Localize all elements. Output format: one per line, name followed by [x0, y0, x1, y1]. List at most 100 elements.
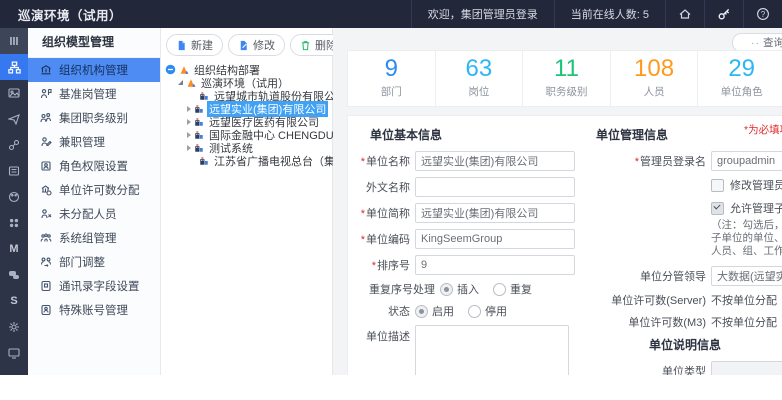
topbar: 巡演环境（试用） 欢迎，集团管理员登录 当前在线人数: 5 ?: [0, 0, 782, 28]
gear-icon[interactable]: [0, 314, 28, 340]
image-icon[interactable]: [0, 80, 28, 106]
status-enabled-radio[interactable]: [415, 305, 428, 318]
collapsed-caret-icon[interactable]: [187, 145, 191, 151]
building-icon: [194, 117, 204, 127]
basic-info-title: 单位基本信息: [370, 126, 594, 143]
expanded-caret-icon[interactable]: [178, 80, 183, 85]
stat-people: 108 人员: [611, 51, 699, 106]
menu-icon[interactable]: [0, 28, 28, 54]
role-frame-icon: [40, 160, 52, 172]
license-m3-value: 不按单位分配: [711, 314, 777, 330]
unit-short-input[interactable]: [415, 203, 575, 223]
sidebar-item-base-post[interactable]: 基准岗管理: [28, 82, 160, 106]
stat-departments: 9 部门: [348, 51, 436, 106]
modify-admin-checkbox[interactable]: [711, 179, 724, 192]
tree-node-5[interactable]: 江苏省广播电视总台（集团）: [161, 154, 332, 167]
m-icon[interactable]: M: [0, 236, 28, 262]
new-button[interactable]: 新建: [166, 34, 223, 56]
modify-button[interactable]: 修改: [228, 34, 285, 56]
basic-info-column: 单位基本信息 单位名称 外文名称 单位简称 单位编码: [348, 122, 594, 377]
sidebar-item-unassigned[interactable]: 未分配人员: [28, 202, 160, 226]
sidebar-title: 组织模型管理: [28, 28, 160, 58]
sidebar-item-parttime[interactable]: 兼职管理: [28, 130, 160, 154]
leader-label: 单位分管领导: [594, 268, 706, 284]
dup-repeat-radio[interactable]: [493, 283, 506, 296]
building-icon: [199, 91, 209, 101]
bank-coin-icon: [40, 184, 52, 196]
info-title: 单位说明信息: [649, 336, 782, 353]
key-icon[interactable]: [704, 0, 743, 28]
unit-form-card: *为必填项 单位基本信息 单位名称 外文名称 单位简称: [347, 115, 782, 377]
sidebar: 组织模型管理 组织机构管理 基准岗管理 集团职务级别 兼职管理 角色权限设置 单…: [28, 28, 161, 375]
stat-unit-roles: 29 单位角色: [698, 51, 782, 106]
contacts-icon: [40, 280, 52, 292]
app-title: 巡演环境（试用）: [0, 5, 122, 24]
status-disabled-radio[interactable]: [468, 305, 481, 318]
sitemap-icon[interactable]: [0, 54, 28, 80]
icon-rail: M S: [0, 28, 28, 375]
chat-icon[interactable]: [0, 262, 28, 288]
stat-positions: 63 岗位: [436, 51, 524, 106]
unit-desc-textarea[interactable]: [415, 325, 569, 377]
group-icon: [40, 232, 52, 244]
send-icon[interactable]: [0, 106, 28, 132]
required-note: *为必填项: [744, 122, 782, 137]
org-tree-panel: 新建 修改 删除 组织结构部署 巡演环境（试用）: [161, 28, 333, 375]
building-icon: [194, 143, 204, 153]
main-panel: 查询条件 9 部门 63 岗位 11 职务级别 108 人员 29 单位角色: [333, 28, 782, 375]
library-icon[interactable]: [0, 158, 28, 184]
unit-name-input[interactable]: [415, 151, 575, 171]
collapsed-caret-icon[interactable]: [187, 106, 191, 112]
org-logo-icon: [179, 65, 189, 75]
license-server-label: 单位许可数(Server): [594, 292, 706, 308]
dup-insert-radio[interactable]: [440, 283, 453, 296]
trash-icon: [300, 40, 311, 51]
org-tree: 组织结构部署 巡演环境（试用） 远望城市轨道股份有限公司 远望实业(集团)有限公…: [161, 63, 332, 167]
building-icon: [199, 156, 209, 166]
s-icon[interactable]: S: [0, 288, 28, 314]
bank-icon: [40, 64, 52, 76]
link-icon[interactable]: [0, 132, 28, 158]
order-label: 排序号: [348, 257, 410, 273]
building-icon: [194, 130, 204, 140]
dup-handle-label: 重复序号处理: [353, 281, 435, 297]
allow-sub-checkbox[interactable]: [711, 202, 724, 215]
order-input[interactable]: [415, 255, 575, 275]
sidebar-item-special-account[interactable]: 特殊账号管理: [28, 298, 160, 322]
home-icon[interactable]: [665, 0, 704, 28]
sidebar-item-role-permission[interactable]: 角色权限设置: [28, 154, 160, 178]
person-x-icon: [40, 208, 52, 220]
collapsed-caret-icon[interactable]: [187, 119, 191, 125]
sidebar-item-dept-adjust[interactable]: 部门调整: [28, 250, 160, 274]
monitor-icon[interactable]: [0, 340, 28, 366]
help-icon[interactable]: ?: [743, 0, 782, 28]
stat-job-levels: 11 职务级别: [523, 51, 611, 106]
allow-sub-checkbox-row[interactable]: 允许管理子单位的组织及模型: [711, 200, 782, 216]
collapse-minus-icon: [165, 64, 176, 75]
sidebar-item-unit-license[interactable]: 单位许可数分配: [28, 178, 160, 202]
sidebar-item-system-group[interactable]: 系统组管理: [28, 226, 160, 250]
puzzle-icon[interactable]: [0, 210, 28, 236]
unit-code-input[interactable]: [415, 229, 575, 249]
edit-doc-icon: [238, 40, 249, 51]
org-logo-icon: [186, 78, 196, 88]
unit-short-label: 单位简称: [348, 205, 410, 221]
sidebar-item-org-structure[interactable]: 组织机构管理: [28, 58, 160, 82]
foreign-name-input[interactable]: [415, 177, 575, 197]
sidebar-item-contacts-fields[interactable]: 通讯录字段设置: [28, 274, 160, 298]
people-swap-icon: [40, 256, 52, 268]
license-m3-label: 单位许可数(M3): [594, 314, 706, 330]
sidebar-item-group-job-level[interactable]: 集团职务级别: [28, 106, 160, 130]
modify-admin-checkbox-row[interactable]: 修改管理员信息: [711, 177, 782, 193]
tree-toolbar: 新建 修改 删除: [161, 28, 332, 60]
unit-code-label: 单位编码: [348, 231, 410, 247]
palette-icon[interactable]: [0, 184, 28, 210]
manage-info-column: 单位管理信息 管理员登录名 修改管理员信息 允许管理子单位的组织及模型 （注：勾…: [594, 122, 782, 377]
admin-login-input[interactable]: [711, 151, 782, 171]
stats-card: 9 部门 63 岗位 11 职务级别 108 人员 29 单位角色: [347, 50, 782, 107]
leader-input[interactable]: [711, 266, 782, 286]
collapsed-caret-icon[interactable]: [187, 132, 191, 138]
svg-text:?: ?: [761, 10, 766, 19]
unit-desc-label: 单位描述: [348, 325, 410, 344]
license-server-value: 不按单位分配: [711, 292, 777, 308]
